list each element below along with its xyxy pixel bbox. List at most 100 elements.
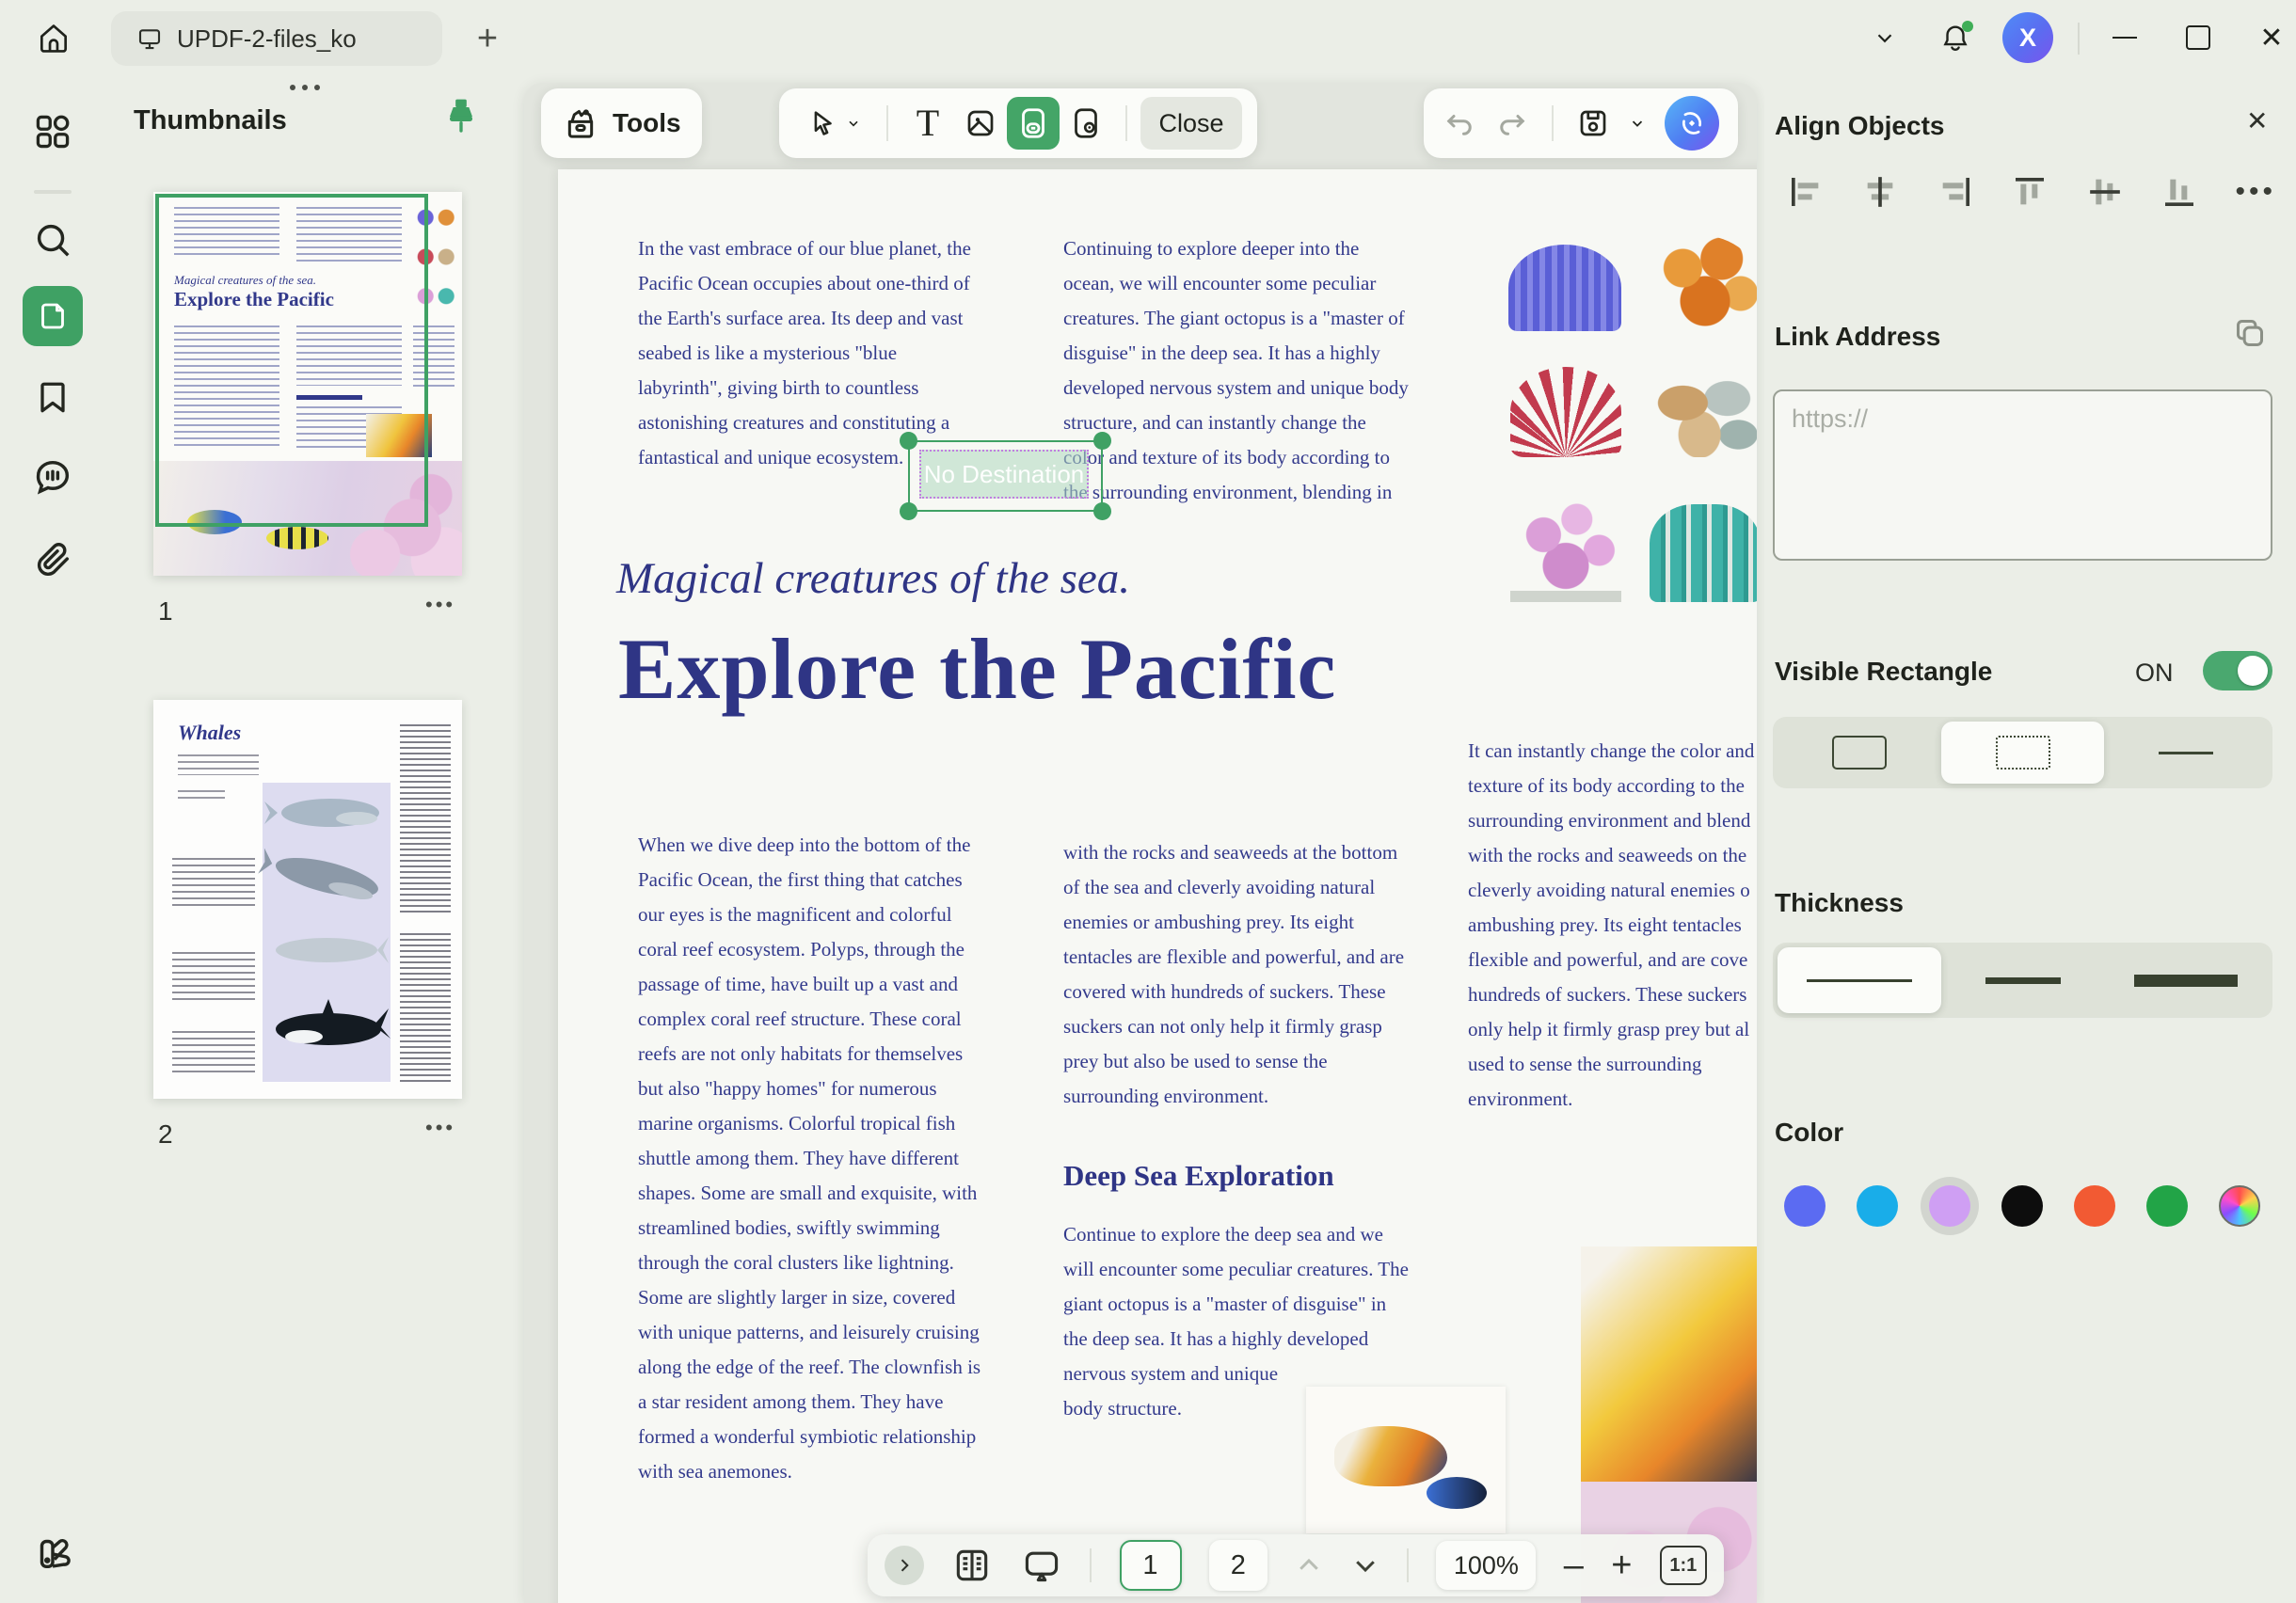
image-tool[interactable] [954, 97, 1007, 150]
destination-tool[interactable] [1060, 97, 1112, 150]
dotted-rect-icon [1996, 736, 2050, 770]
thickness-medium-option[interactable] [1941, 947, 2105, 1013]
new-tab-button[interactable]: + [466, 17, 509, 60]
notifications-button[interactable] [1929, 11, 1982, 64]
color-swatches-row [1784, 1185, 2260, 1227]
tab-title: UPDF-2-files_ko [177, 24, 357, 54]
panel-drag-handle[interactable] [290, 85, 320, 90]
style-underline-option[interactable] [2104, 722, 2268, 784]
save-options-chevron[interactable] [1629, 115, 1646, 132]
color-swatch-blue[interactable] [1784, 1185, 1826, 1227]
history-toolbar [1424, 88, 1738, 158]
more-align-options-button[interactable]: ••• [2235, 186, 2276, 198]
link-tool-active[interactable] [1007, 97, 1060, 150]
whale-illustration [264, 928, 389, 976]
thumbnail-page-2-more[interactable]: ••• [425, 1116, 455, 1140]
document-tab[interactable]: UPDF-2-files_ko [111, 11, 442, 66]
body-column-2: with the rocks and seaweeds at the botto… [1063, 835, 1404, 1114]
style-dotted-rectangle-option-selected[interactable] [1941, 722, 2105, 784]
page-2-button[interactable]: 2 [1209, 1540, 1268, 1591]
link-address-input[interactable] [1773, 389, 2272, 561]
avatar-letter: X [2019, 24, 2036, 53]
page-layout-button[interactable] [951, 1545, 993, 1586]
minimize-button[interactable] [2098, 11, 2151, 64]
toolbar-divider [1125, 105, 1127, 141]
sidebar-item-bookmarks[interactable] [0, 376, 105, 418]
selection-handle[interactable] [900, 432, 917, 450]
pushpin-icon [442, 96, 484, 137]
selection-handle[interactable] [1093, 432, 1111, 450]
color-swatch-orange[interactable] [2074, 1185, 2115, 1227]
thumbnail-page-1-more[interactable]: ••• [425, 593, 455, 617]
align-bottom-button[interactable] [2160, 173, 2198, 211]
sidebar-item-comments[interactable] [0, 455, 105, 499]
page1-selection-frame [155, 194, 428, 527]
copy-link-button[interactable] [2231, 314, 2269, 352]
align-top-button[interactable] [2011, 173, 2049, 211]
selection-handle[interactable] [1093, 502, 1111, 520]
bookmark-icon [32, 376, 73, 418]
thumbnail-page-1-label: 1 [158, 596, 173, 627]
align-left-button[interactable] [1787, 173, 1825, 211]
save-icon[interactable] [1576, 106, 1610, 140]
close-editor-button[interactable]: Close [1140, 97, 1242, 150]
left-sidebar [0, 77, 105, 1603]
user-avatar[interactable]: X [2002, 12, 2053, 63]
tools-button[interactable]: Tools [541, 88, 702, 158]
zoom-out-button[interactable]: – [1564, 1547, 1584, 1583]
undo-icon[interactable] [1443, 106, 1476, 140]
link-annotation-label: No Destination [924, 460, 1085, 489]
color-swatch-cyan[interactable] [1857, 1185, 1898, 1227]
align-middle-vertical-button[interactable] [2086, 173, 2124, 211]
next-page-button[interactable] [1351, 1551, 1379, 1579]
bottombar-divider [1090, 1548, 1092, 1582]
close-icon: ✕ [2259, 22, 2283, 55]
color-swatch-green[interactable] [2146, 1185, 2188, 1227]
text-tool[interactable]: T [901, 97, 954, 150]
expand-bar-button[interactable] [885, 1546, 924, 1585]
link-annotation-selection[interactable]: No Destination [908, 440, 1103, 512]
thickness-thick-option[interactable] [2104, 947, 2268, 1013]
intro-column-2: Continuing to explore deeper into the oc… [1063, 231, 1409, 510]
ai-assistant-button[interactable] [1665, 96, 1719, 151]
chevron-down-icon [1351, 1551, 1379, 1579]
sidebar-item-appearance[interactable] [0, 1531, 105, 1574]
sidebar-item-attachments[interactable] [0, 538, 105, 581]
previous-page-button[interactable] [1295, 1551, 1323, 1579]
align-center-horizontal-button[interactable] [1861, 173, 1899, 211]
pin-panel-button[interactable] [442, 96, 484, 141]
sidebar-item-search[interactable] [0, 218, 105, 262]
home-button[interactable] [28, 13, 79, 64]
search-icon [31, 218, 74, 262]
selection-handle[interactable] [900, 502, 917, 520]
page-1-button[interactable]: 1 [1120, 1540, 1182, 1591]
close-panel-button[interactable]: ✕ [2246, 105, 2268, 136]
color-picker-rainbow[interactable] [2219, 1185, 2260, 1227]
color-swatch-black[interactable] [2001, 1185, 2043, 1227]
align-right-button[interactable] [1937, 173, 1974, 211]
style-solid-rectangle-option[interactable] [1778, 722, 1941, 784]
visible-rectangle-toggle[interactable] [2203, 651, 2272, 690]
actual-size-button[interactable]: 1:1 [1660, 1546, 1707, 1585]
actual-size-label: 1:1 [1669, 1555, 1697, 1577]
rectangle-style-options [1773, 717, 2272, 788]
paperclip-icon [31, 538, 74, 581]
close-window-button[interactable]: ✕ [2245, 11, 2296, 64]
canvas-area: In the vast embrace of our blue planet, … [524, 83, 1757, 1603]
zoom-level-button[interactable]: 100% [1436, 1541, 1536, 1590]
thumbnail-page-2[interactable]: Whales [153, 700, 462, 1099]
select-tool[interactable] [794, 97, 873, 150]
sidebar-item-apps[interactable] [0, 111, 105, 152]
window-menu-chevron[interactable] [1858, 11, 1911, 64]
thickness-options [1773, 943, 2272, 1018]
presentation-button[interactable] [1021, 1545, 1062, 1586]
zoom-in-button[interactable]: + [1611, 1547, 1632, 1583]
sidebar-item-thumbnails[interactable] [0, 286, 105, 346]
thickness-thin-option-selected[interactable] [1778, 947, 1941, 1013]
maximize-button[interactable] [2172, 11, 2224, 64]
color-swatch-purple-selected[interactable] [1929, 1185, 1970, 1227]
thumbnail-page-1[interactable]: Magical creatures of the sea. Explore th… [153, 192, 462, 576]
align-buttons-row: ••• [1787, 173, 2276, 211]
redo-icon[interactable] [1495, 106, 1529, 140]
medium-line-icon [1985, 977, 2061, 984]
